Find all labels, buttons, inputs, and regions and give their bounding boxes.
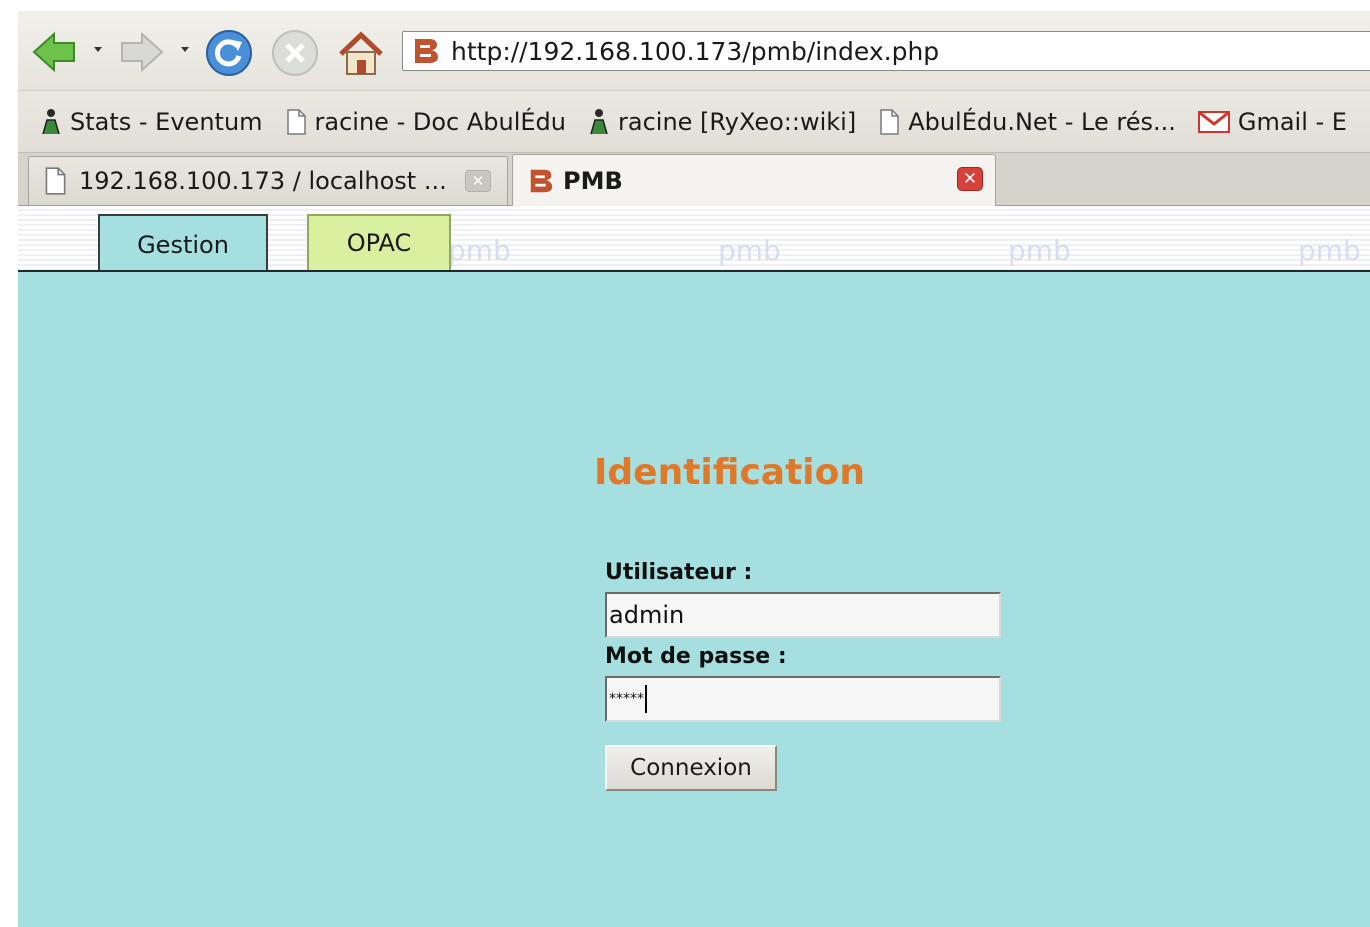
pmb-favicon-icon bbox=[415, 39, 438, 63]
login-panel: Identification Utilisateur : admin Mot d… bbox=[18, 272, 1370, 927]
browser-window: http://192.168.100.173/pmb/index.php Sta… bbox=[0, 0, 1370, 927]
bookmark-label: racine - Doc AbulÉdu bbox=[314, 107, 566, 136]
url-text: http://192.168.100.173/pmb/index.php bbox=[451, 36, 940, 66]
tab-strip: 192.168.100.173 / localhost ... ✕ PMB ✕ bbox=[18, 152, 1370, 206]
bookmark-label: racine [RyXeo::wiki] bbox=[618, 107, 857, 136]
tab-gestion[interactable]: Gestion bbox=[98, 214, 268, 270]
text-caret bbox=[645, 685, 647, 713]
tab-localhost[interactable]: 192.168.100.173 / localhost ... ✕ bbox=[28, 156, 508, 205]
pmb-icon bbox=[530, 169, 553, 192]
forward-history-dropdown-icon[interactable] bbox=[181, 47, 189, 52]
bookmark-racine-doc-abuledu[interactable]: racine - Doc AbulÉdu bbox=[285, 108, 566, 136]
back-history-dropdown-icon[interactable] bbox=[94, 47, 102, 52]
watermark-text: pmb bbox=[718, 234, 781, 267]
page-icon bbox=[45, 167, 66, 195]
tab-label: PMB bbox=[563, 166, 623, 195]
bookmark-racine-ryxeo-wiki[interactable]: racine [RyXeo::wiki] bbox=[588, 108, 856, 136]
password-label: Mot de passe : bbox=[605, 644, 787, 669]
stop-icon bbox=[272, 30, 318, 76]
username-input[interactable]: admin bbox=[605, 592, 1001, 638]
home-icon bbox=[339, 31, 383, 75]
navigation-toolbar: http://192.168.100.173/pmb/index.php bbox=[18, 0, 1370, 90]
tab-close-icon[interactable]: ✕ bbox=[957, 167, 983, 191]
people-icon bbox=[590, 108, 608, 134]
page-icon bbox=[286, 108, 306, 135]
username-value: admin bbox=[609, 601, 685, 629]
reload-button[interactable] bbox=[204, 28, 254, 78]
tab-gestion-label: Gestion bbox=[137, 231, 229, 259]
gmail-icon bbox=[1197, 110, 1230, 133]
tab-close-icon[interactable]: ✕ bbox=[465, 170, 491, 192]
forward-arrow-icon bbox=[121, 31, 164, 73]
tab-opac[interactable]: OPAC bbox=[307, 214, 451, 270]
url-bar[interactable]: http://192.168.100.173/pmb/index.php bbox=[402, 31, 1370, 71]
bookmark-gmail[interactable]: Gmail - E bbox=[1197, 107, 1347, 136]
tab-pmb[interactable]: PMB ✕ bbox=[512, 154, 996, 206]
forward-button[interactable] bbox=[116, 28, 166, 76]
bookmark-abuledu-net[interactable]: AbulÉdu.Net - Le rés... bbox=[878, 108, 1176, 136]
bookmark-stats-eventum[interactable]: Stats - Eventum bbox=[40, 108, 263, 136]
watermark-text: pmb bbox=[448, 234, 511, 267]
home-button[interactable] bbox=[336, 28, 386, 78]
stop-button[interactable] bbox=[270, 28, 320, 78]
password-value: ***** bbox=[609, 691, 644, 707]
watermark-text: pmb bbox=[1298, 234, 1361, 267]
page-title: Identification bbox=[594, 452, 865, 493]
connexion-button-label: Connexion bbox=[630, 755, 752, 781]
connexion-button[interactable]: Connexion bbox=[605, 745, 777, 791]
password-input[interactable]: ***** bbox=[605, 676, 1001, 722]
tab-label: 192.168.100.173 / localhost ... bbox=[79, 167, 447, 195]
watermark-text: pmb bbox=[1008, 234, 1071, 267]
pmb-header-band: pmb pmb pmb pmb Gestion OPAC bbox=[18, 206, 1370, 272]
reload-icon bbox=[206, 30, 252, 76]
bookmark-label: AbulÉdu.Net - Le rés... bbox=[908, 107, 1176, 136]
bookmark-label: Gmail - E bbox=[1237, 107, 1347, 136]
page-icon bbox=[880, 108, 899, 135]
bookmarks-toolbar: Stats - Eventum racine - Doc AbulÉdu rac… bbox=[18, 90, 1370, 152]
username-label: Utilisateur : bbox=[605, 560, 753, 585]
back-button[interactable] bbox=[30, 28, 80, 76]
back-arrow-icon bbox=[32, 31, 75, 73]
bookmark-label: Stats - Eventum bbox=[70, 107, 263, 136]
tab-opac-label: OPAC bbox=[346, 229, 412, 257]
people-icon bbox=[42, 108, 60, 134]
